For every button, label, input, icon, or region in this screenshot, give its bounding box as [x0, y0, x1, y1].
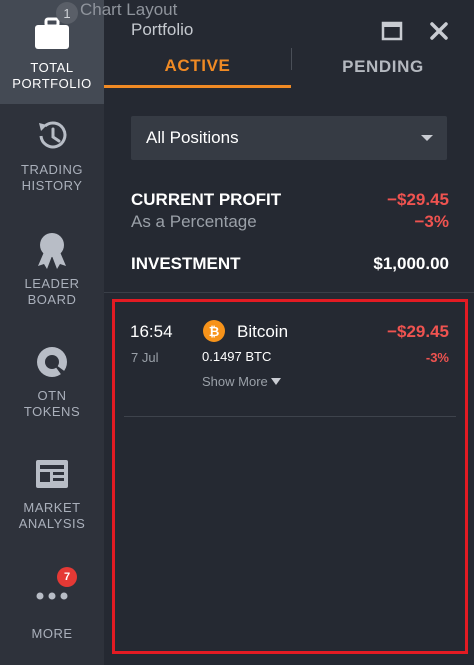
position-asset[interactable]: Bitcoin [237, 322, 288, 342]
window-icon [381, 21, 403, 41]
close-button[interactable] [428, 20, 450, 42]
tab-pending[interactable]: PENDING [292, 46, 474, 88]
sidebar-item-more[interactable]: MORE [0, 572, 104, 642]
investment-label: INVESTMENT [131, 254, 241, 273]
sidebar-item-label: OTN TOKENS [23, 388, 81, 419]
chart-layout-label: Chart Layout [80, 0, 178, 19]
positions-list [112, 299, 468, 654]
sidebar-item-label: TOTAL PORTFOLIO [12, 60, 92, 91]
sidebar-item-label: MORE [31, 626, 73, 641]
show-more-button[interactable]: Show More [202, 374, 281, 389]
maximize-button[interactable] [381, 20, 403, 42]
panel-title: Portfolio [131, 20, 194, 39]
position-percent: -3% [425, 350, 449, 365]
position-time: 16:54 [130, 322, 173, 341]
sidebar-item-label: MARKET ANALYSIS [18, 500, 86, 531]
bitcoin-icon: ₿ [203, 320, 225, 342]
close-icon [430, 22, 448, 40]
newspaper-icon [32, 454, 72, 494]
notification-badge: 7 [57, 567, 77, 587]
filter-selected-label: All Positions [146, 128, 239, 147]
sidebar-item-leader-board[interactable]: LEADER BOARD [0, 230, 104, 330]
triangle-down-icon [270, 378, 281, 385]
chevron-down-icon [421, 135, 433, 141]
position-row-divider [124, 416, 456, 417]
token-icon [32, 342, 72, 382]
sidebar-item-label: TRADING HISTORY [21, 162, 83, 193]
position-amount: 0.1497 BTC [202, 349, 272, 364]
sidebar: TOTAL PORTFOLIO TRADING HISTORY LEADER B… [0, 0, 104, 665]
award-icon [32, 230, 72, 270]
history-icon [32, 116, 72, 156]
percentage-label: As a Percentage [131, 212, 257, 231]
current-profit-value: −$29.45 [387, 190, 449, 209]
sidebar-item-trading-history[interactable]: TRADING HISTORY [0, 116, 104, 216]
section-divider [104, 292, 474, 293]
position-date: 7 Jul [131, 350, 159, 365]
investment-value: $1,000.00 [373, 254, 449, 273]
sidebar-item-market-analysis[interactable]: MARKET ANALYSIS [0, 454, 104, 554]
sidebar-item-otn-tokens[interactable]: OTN TOKENS [0, 342, 104, 442]
sidebar-item-label: LEADER BOARD [24, 276, 80, 307]
tab-active[interactable]: ACTIVE [104, 46, 291, 88]
position-profit: −$29.45 [387, 322, 449, 341]
current-profit-label: CURRENT PROFIT [131, 190, 282, 209]
app-root: TOTAL PORTFOLIO TRADING HISTORY LEADER B… [0, 0, 474, 665]
positions-filter-select[interactable]: All Positions [131, 116, 447, 160]
show-more-label: Show More [202, 374, 268, 389]
percentage-value: −3% [414, 212, 450, 231]
layout-count-badge: 1 [56, 2, 78, 24]
